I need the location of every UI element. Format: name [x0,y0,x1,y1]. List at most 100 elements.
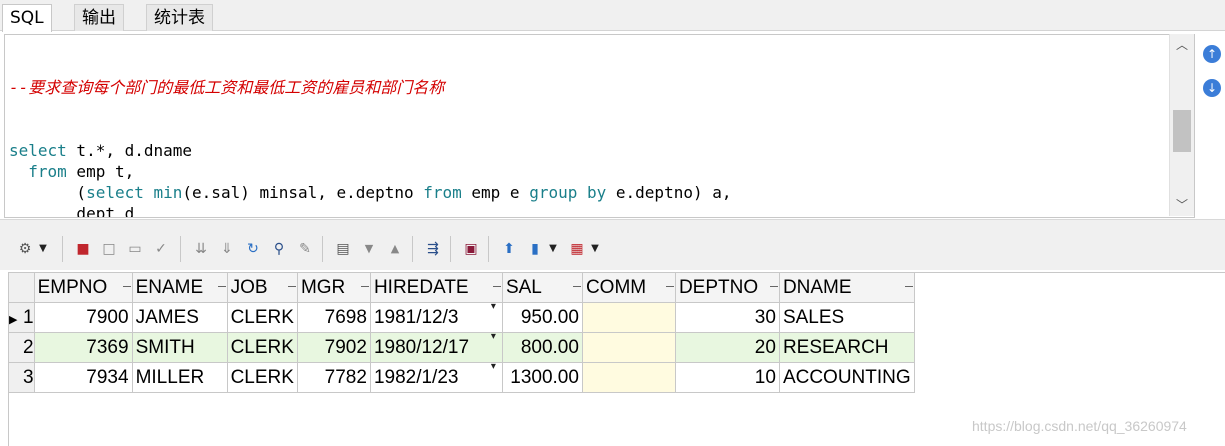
date-dropdown-icon[interactable]: ▾ [491,361,496,372]
cell-sal[interactable]: 1300.00 [501,362,583,393]
chart-dropdown-arrow-icon[interactable]: ▼ [546,238,560,260]
next-page-icon[interactable]: ▼ [358,238,380,260]
sql-code-line: from emp t, [9,161,732,182]
first-record-icon[interactable]: ⇊ [190,238,212,260]
result-grid: EMPNO ENAME JOB MGR HIREDATE SAL COMM DE… [8,272,915,393]
cell-deptno[interactable]: 30 [674,302,780,333]
link-icon[interactable]: ⇶ [422,238,444,260]
arrow-up-circle-icon[interactable]: ↑ [1203,45,1221,63]
table-row[interactable]: ▶ 1 7900 JAMES CLERK 7698 1981/12/3 ▾ 950.… [8,301,915,333]
lock-icon[interactable]: ■ [72,238,94,260]
column-header-mgr[interactable]: MGR [296,272,371,303]
date-dropdown-icon[interactable]: ▾ [491,331,496,342]
cell-mgr[interactable]: 7902 [296,332,371,363]
settings-icon[interactable]: ⚙ [14,238,36,260]
cell-dname[interactable]: RESEARCH [778,332,915,363]
cell-ename[interactable]: JAMES [131,302,228,333]
export-icon[interactable]: ⬆ [498,238,520,260]
column-header-sal[interactable]: SAL [501,272,583,303]
tab-statistics[interactable]: 统计表 [146,4,213,31]
scroll-up-arrow-icon[interactable]: ︿ [1176,36,1188,53]
sql-text: emp t, [66,162,135,181]
cell-sal[interactable]: 800.00 [501,332,583,363]
sql-keyword: from [423,183,462,202]
query-by-example-icon[interactable]: ▤ [332,238,354,260]
table-row[interactable]: 2 7369 SMITH CLERK 7902 1980/12/17 ▾ 800.… [8,331,915,363]
row-number-cell[interactable]: 3 [8,362,35,393]
cell-dname[interactable]: ACCOUNTING [778,362,915,393]
row-number-header [8,272,35,303]
cell-deptno[interactable]: 10 [674,362,780,393]
row-number-cell[interactable]: ▶ 1 [8,302,35,333]
delete-record-icon[interactable]: ▭ [124,238,146,260]
cell-empno[interactable]: 7934 [33,362,133,393]
cell-ename[interactable]: MILLER [131,362,228,393]
cell-mgr[interactable]: 7782 [296,362,371,393]
sql-code-line: select t.*, d.dname [9,140,732,161]
column-header-empno[interactable]: EMPNO [33,272,133,303]
cell-hiredate[interactable]: 1981/12/3 ▾ [369,301,503,333]
table-row[interactable]: 3 7934 MILLER CLERK 7782 1982/1/23 ▾ 1300… [8,361,915,393]
add-record-icon[interactable]: □ [98,238,120,260]
chart-icon[interactable]: ▮ [524,238,546,260]
cell-comm[interactable] [581,302,676,333]
tab-sql[interactable]: SQL [2,4,52,32]
column-header-hiredate[interactable]: HIREDATE [369,272,503,303]
column-header-dname[interactable]: DNAME [778,272,915,303]
cell-job[interactable]: CLERK [226,362,298,393]
current-row-indicator-icon: ▶ [9,313,18,326]
cell-dname[interactable]: SALES [778,302,915,333]
table-icon[interactable]: ▦ [566,238,588,260]
column-header-ename[interactable]: ENAME [131,272,228,303]
sql-text: dept d [9,204,135,218]
sql-keyword: select [86,183,144,202]
cell-hiredate[interactable]: 1982/1/23 ▾ [369,361,503,393]
column-header-job[interactable]: JOB [226,272,298,303]
cell-job[interactable]: CLERK [226,302,298,333]
dropdown-arrow-icon[interactable]: ▼ [36,238,50,260]
cell-sal[interactable]: 950.00 [501,302,583,333]
sql-text: (e.sal) minsal, e.deptno [182,183,424,202]
sql-text: e.deptno) a, [606,183,732,202]
cell-comm[interactable] [581,332,676,363]
sql-code[interactable]: --要求查询每个部门的最低工资和最低工资的雇员和部门名称 select t.*,… [9,35,732,218]
cell-empno[interactable]: 7369 [33,332,133,363]
refresh-icon[interactable]: ↻ [242,238,264,260]
cell-comm[interactable] [581,362,676,393]
column-header-comm[interactable]: COMM [581,272,676,303]
column-header-deptno[interactable]: DEPTNO [674,272,780,303]
prev-page-icon[interactable]: ▲ [384,238,406,260]
editor-scrollbar[interactable]: ︿ ﹀ [1169,34,1194,216]
cell-hiredate[interactable]: 1980/12/17 ▾ [369,331,503,363]
clear-icon[interactable]: ✎ [294,238,316,260]
grid-toolbar: ⚙ ▼ ■ □ ▭ ✓ ⇊ ⇓ ↻ ⚲ ✎ ▤ ▼ ▲ ⇶ ▣ ⬆ ▮ ▼ ▦ … [0,226,1225,270]
scroll-down-arrow-icon[interactable]: ﹀ [1176,196,1188,213]
sql-keyword: min [153,183,183,202]
arrow-down-circle-icon[interactable]: ↓ [1203,79,1221,97]
tab-bar: SQL 输出 统计表 [0,0,1225,32]
watermark: https://blog.csdn.net/qq_36260974 [972,418,1187,434]
cell-empno[interactable]: 7900 [33,302,133,333]
cell-mgr[interactable]: 7698 [296,302,371,333]
sql-code-line: (select min(e.sal) minsal, e.deptno from… [9,182,732,203]
table-dropdown-arrow-icon[interactable]: ▼ [588,238,602,260]
sql-keyword: group by [529,183,607,202]
date-dropdown-icon[interactable]: ▾ [491,301,496,312]
splitter[interactable] [0,219,1225,226]
sql-text: ( [9,183,87,202]
cell-deptno[interactable]: 20 [674,332,780,363]
sql-keyword: from [9,162,67,181]
post-icon[interactable]: ✓ [150,238,172,260]
cell-job[interactable]: CLERK [226,332,298,363]
save-icon[interactable]: ▣ [460,238,482,260]
tab-output[interactable]: 输出 [74,4,124,31]
sql-text: t.*, d.dname [66,141,193,160]
search-icon[interactable]: ⚲ [268,238,290,260]
last-record-icon[interactable]: ⇓ [216,238,238,260]
grid-header-row: EMPNO ENAME JOB MGR HIREDATE SAL COMM DE… [8,272,915,303]
scroll-thumb[interactable] [1173,110,1191,152]
row-number-cell[interactable]: 2 [8,332,35,363]
sql-editor[interactable]: --要求查询每个部门的最低工资和最低工资的雇员和部门名称 select t.*,… [4,34,1195,218]
cell-ename[interactable]: SMITH [131,332,228,363]
